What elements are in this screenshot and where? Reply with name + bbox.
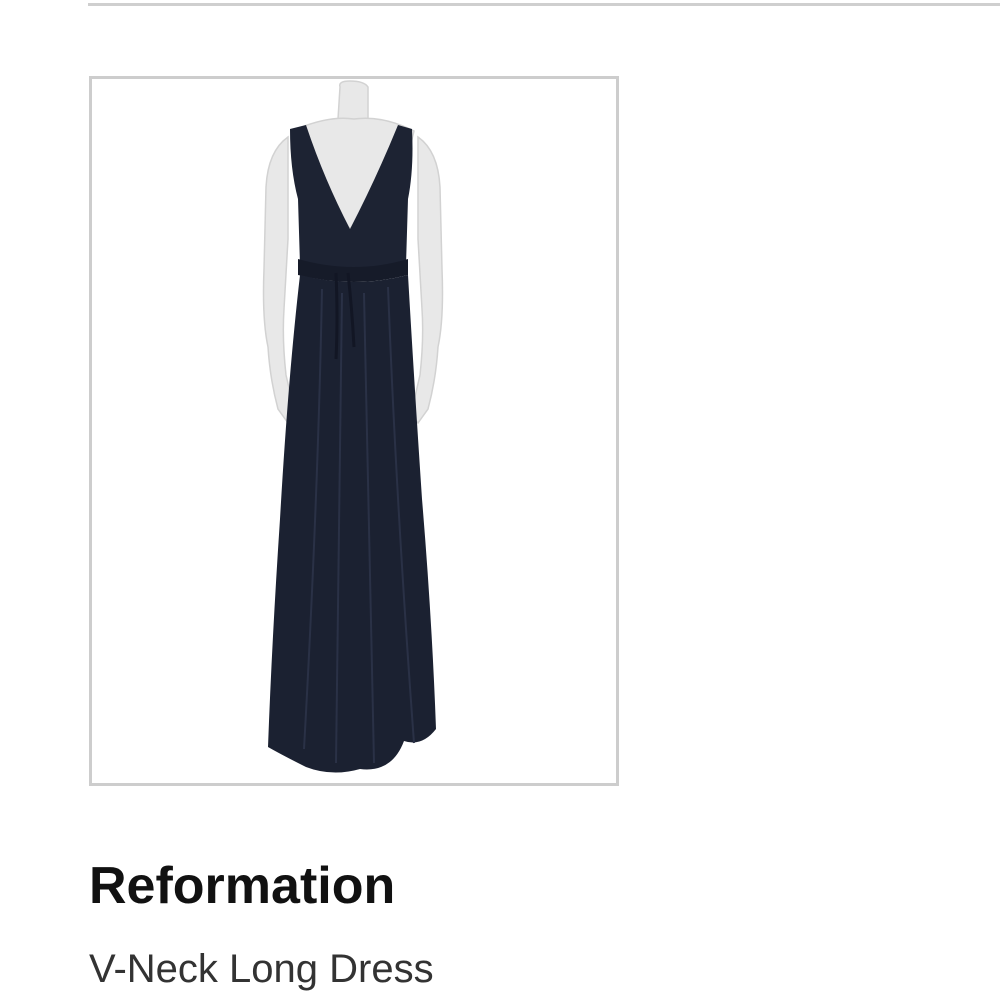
mannequin-neck [337,80,369,124]
top-divider [88,3,1000,6]
product-title[interactable]: V-Neck Long Dress [89,944,434,994]
product-brand[interactable]: Reformation [89,856,395,916]
product-image[interactable] [92,79,616,783]
product-image-card[interactable] [89,76,619,786]
